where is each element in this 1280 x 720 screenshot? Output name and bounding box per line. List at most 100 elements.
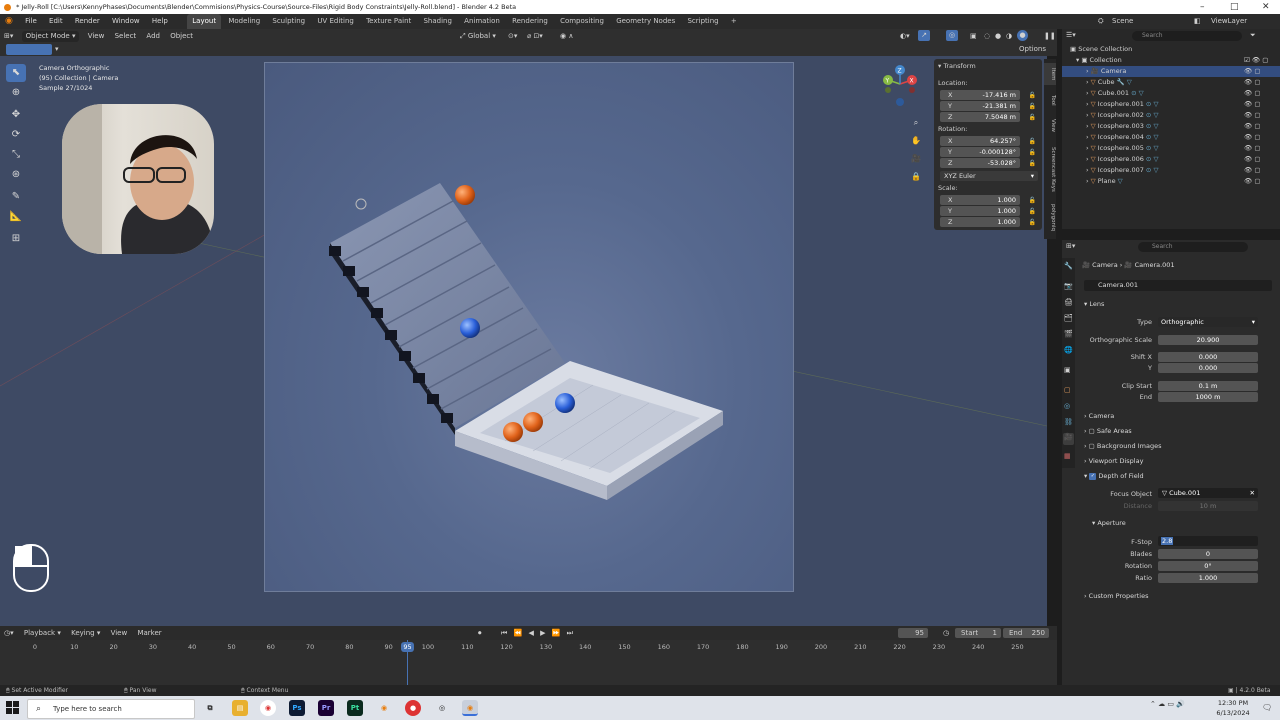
keying-menu[interactable]: Keying ▾ [67, 626, 104, 640]
solid-shading-icon[interactable]: ● [995, 29, 1001, 43]
dof-checkbox[interactable]: ✓ [1089, 472, 1097, 480]
pan-icon[interactable]: ✋ [910, 132, 922, 150]
outliner-item-icosphere002[interactable]: › ▽ Icosphere.002 ⊙ ▽ 👁 ▢ [1062, 110, 1280, 121]
custom-properties-section-header[interactable]: › Custom Properties [1084, 590, 1280, 602]
blades-field[interactable]: 0 [1158, 549, 1258, 559]
visibility-icon[interactable]: ◐▾ [900, 29, 910, 43]
maximize-icon[interactable]: □ [1230, 0, 1239, 14]
outliner-item-cube001[interactable]: › ▽ Cube.001 ⊙ ▽ 👁 ▢ [1062, 88, 1280, 99]
ratio-field[interactable]: 1.000 [1158, 573, 1258, 583]
scale-z-field[interactable]: Z 1.000 [940, 217, 1020, 227]
playback-menu[interactable]: Playback ▾ [20, 626, 65, 640]
overlay-toggle-icon[interactable]: ◎ [946, 30, 958, 41]
cursor-tool-icon[interactable]: ⊕ [6, 84, 26, 102]
transform-header[interactable]: ▾ Transform [938, 62, 976, 70]
navigation-gizmo[interactable]: X Y Z [878, 62, 924, 110]
tab-tool[interactable]: Tool [1044, 89, 1056, 111]
taskbar-search[interactable]: ⌕ Type here to search [27, 699, 195, 719]
scene-selector[interactable]: Scene [1112, 14, 1133, 29]
outliner-search[interactable]: Search [1132, 31, 1242, 41]
playhead[interactable]: 95 [401, 642, 414, 652]
lock-icon[interactable]: 🔓 [1029, 208, 1036, 215]
lock-icon[interactable]: 🔓 [1029, 103, 1036, 110]
task-view-icon[interactable]: ⧉ [202, 700, 218, 716]
notification-icon[interactable]: 🗨 [1262, 703, 1272, 712]
tray-icons[interactable]: ⌃ ☁ ▭ 🔊 [1150, 700, 1185, 708]
gizmo-toggle-icon[interactable]: ↗ [918, 30, 930, 41]
tab-polygoniq[interactable]: polygoniq [1044, 201, 1056, 235]
blender-taskbar-icon[interactable]: ◉ [376, 700, 392, 716]
annotate-tool-icon[interactable]: ✎ [6, 188, 26, 206]
view-layer-selector[interactable]: ViewLayer [1211, 14, 1247, 29]
rotation-y-field[interactable]: Y -0.000128° [940, 147, 1020, 157]
workspace-tab-uv-editing[interactable]: UV Editing [312, 14, 359, 29]
render-tab-icon[interactable]: 📷 [1064, 282, 1073, 290]
close-icon[interactable]: ✕ [1262, 0, 1270, 14]
rotation-mode-dropdown[interactable]: XYZ Euler ▾ [940, 171, 1038, 181]
outliner-scene-collection[interactable]: ▣ Scene Collection [1062, 44, 1280, 55]
aperture-rotation-field[interactable]: 0° [1158, 561, 1258, 571]
properties-editor-icon[interactable]: ⊞▾ [1066, 242, 1075, 250]
add-menu[interactable]: Add [142, 29, 164, 43]
pivot-icon[interactable]: ⊙▾ [508, 29, 517, 43]
record-icon[interactable]: ⏺ [478, 626, 482, 640]
tab-view[interactable]: View [1044, 115, 1056, 137]
workspace-tab-sculpting[interactable]: Sculpting [267, 14, 310, 29]
stopwatch-icon[interactable]: ◷ [943, 626, 949, 640]
outliner-item-icosphere003[interactable]: › ▽ Icosphere.003 ⊙ ▽ 👁 ▢ [1062, 121, 1280, 132]
output-tab-icon[interactable]: 🖨 [1064, 298, 1073, 306]
photoshop-icon[interactable]: Ps [289, 700, 305, 716]
xray-icon[interactable]: ▣ [970, 29, 977, 43]
blender-menu-icon[interactable]: ◉ [0, 14, 18, 29]
properties-search[interactable]: Search [1138, 242, 1248, 252]
workspace-tab-geometry-nodes[interactable]: Geometry Nodes [611, 14, 680, 29]
timeline-view-menu[interactable]: View [107, 626, 132, 640]
playback-controls[interactable]: ⏮ ⏪ ◀ ▶ ⏩ ⏭ [501, 626, 575, 640]
rotate-tool-icon[interactable]: ⟳ [6, 126, 26, 144]
camera-view-icon[interactable]: 🎥 [910, 150, 922, 168]
outliner-item-icosphere007[interactable]: › ▽ Icosphere.007 ⊙ ▽ 👁 ▢ [1062, 165, 1280, 176]
lock-camera-icon[interactable]: 🔒 [910, 168, 922, 186]
outliner-item-cube[interactable]: › ▽ Cube 🔧 ▽ 👁 ▢ [1062, 77, 1280, 88]
menu-help[interactable]: Help [147, 14, 173, 29]
pause-render-icon[interactable]: ❚❚ [1044, 29, 1056, 43]
outliner-item-icosphere006[interactable]: › ▽ Icosphere.006 ⊙ ▽ 👁 ▢ [1062, 154, 1280, 165]
lock-icon[interactable]: 🔓 [1029, 138, 1036, 145]
lock-icon[interactable]: 🔓 [1029, 149, 1036, 156]
chrome-icon[interactable]: ◉ [260, 700, 276, 716]
lock-icon[interactable]: 🔓 [1029, 160, 1036, 167]
selection-mode-buttons[interactable] [6, 44, 52, 55]
measure-tool-icon[interactable]: 📐 [6, 208, 26, 226]
substance-painter-icon[interactable]: Pt [347, 700, 363, 716]
outliner-item-icosphere005[interactable]: › ▽ Icosphere.005 ⊙ ▽ 👁 ▢ [1062, 143, 1280, 154]
world-tab-icon[interactable]: 🌐 [1064, 346, 1073, 354]
shift-x-field[interactable]: 0.000 [1158, 352, 1258, 362]
clip-end-field[interactable]: 1000 m [1158, 392, 1258, 402]
workspace-tab-layout[interactable]: Layout [187, 14, 222, 29]
add-cube-tool-icon[interactable]: ⊞ [6, 230, 26, 248]
scale-tool-icon[interactable]: ⤡ [6, 146, 26, 164]
minimize-icon[interactable]: – [1200, 0, 1205, 14]
menu-edit[interactable]: Edit [44, 14, 68, 29]
constraints-tab-icon[interactable]: ⛓ [1064, 418, 1073, 426]
texture-tab-icon[interactable]: ▦ [1064, 452, 1071, 460]
marker-menu[interactable]: Marker [133, 626, 165, 640]
collection-tab-icon[interactable]: ▣ [1064, 366, 1071, 374]
tool-tab-icon[interactable]: 🔧 [1064, 262, 1073, 270]
lock-icon[interactable]: 🔓 [1029, 114, 1036, 121]
aperture-section-header[interactable]: ▾ Aperture [1092, 517, 1280, 529]
material-shading-icon[interactable]: ◑ [1006, 29, 1012, 43]
timeline-area[interactable]: 0 10 20 30 40 50 60 70 80 90 100 110 120 130 140 150 160… [0, 640, 1057, 685]
menu-file[interactable]: File [20, 14, 42, 29]
ortho-scale-field[interactable]: 20.900 [1158, 335, 1258, 345]
location-x-field[interactable]: X -17.416 m [940, 90, 1020, 100]
transform-orientation-dropdown[interactable]: ⤢ Global ▾ [460, 29, 496, 43]
scale-x-field[interactable]: X 1.000 [940, 195, 1020, 205]
object-tab-icon[interactable]: ▢ [1064, 386, 1071, 394]
blender-active-taskbar-icon[interactable]: ◉ [462, 700, 478, 716]
tab-item[interactable]: Item [1044, 63, 1056, 85]
end-frame-field[interactable]: End 250 [1003, 628, 1049, 638]
timeline-editor-icon[interactable]: ◷▾ [0, 626, 18, 640]
outliner-editor-icon[interactable]: ☰▾ [1066, 31, 1076, 39]
physics-tab-icon[interactable]: ◎ [1064, 402, 1070, 410]
